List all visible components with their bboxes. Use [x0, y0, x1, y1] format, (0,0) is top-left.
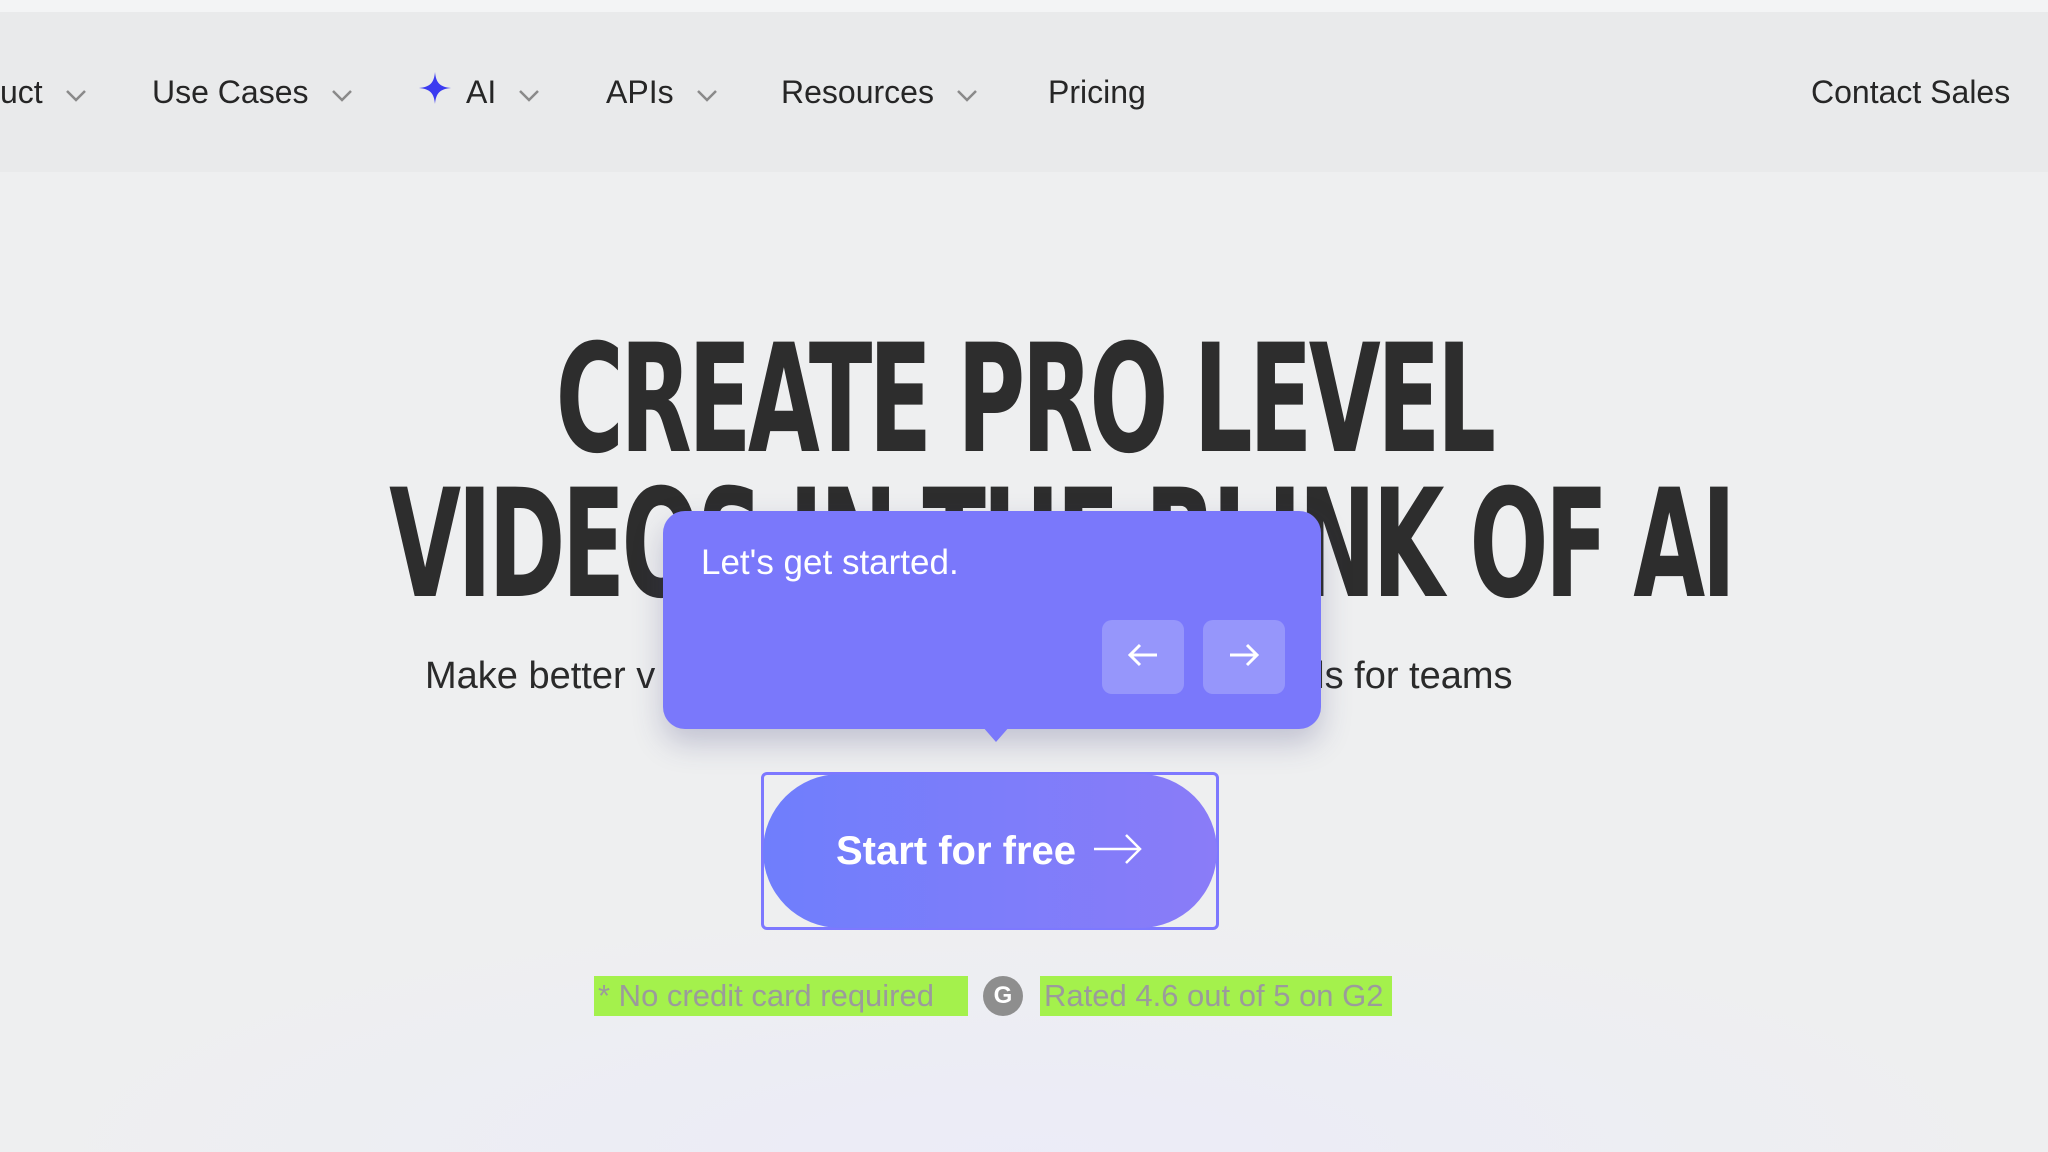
hero-subtitle-left: Make better v [425, 655, 656, 697]
cta-label: Start for free [835, 828, 1077, 873]
tooltip-text: Let's get started. [701, 543, 959, 582]
onboarding-tooltip: Let's get started. [663, 511, 1321, 729]
nav-item-label: AI [466, 73, 497, 110]
arrow-right-icon [1092, 831, 1144, 872]
nav-item-label: Resources [781, 73, 934, 110]
tooltip-prev-button[interactable] [1102, 620, 1184, 694]
tooltip-next-button[interactable] [1203, 620, 1285, 694]
nav-item-use-cases[interactable]: Use Cases [152, 12, 353, 172]
tooltip-caret [982, 726, 1010, 742]
contact-sales-label: Contact Sales [1811, 73, 2011, 110]
chevron-down-icon [956, 74, 978, 111]
nav-item-label: Use Cases [152, 73, 309, 110]
arrow-left-icon [1127, 643, 1159, 672]
background-glow [0, 900, 2048, 1152]
top-navigation: uct Use Cases AI APIs Resources Pricing [0, 12, 2048, 172]
nav-item-ai[interactable]: AI [418, 12, 540, 172]
contact-sales-link[interactable]: Contact Sales [1811, 12, 2010, 172]
arrow-right-icon [1228, 643, 1260, 672]
top-strip [0, 0, 2048, 12]
chevron-down-icon [331, 74, 353, 111]
chevron-down-icon [518, 74, 540, 111]
no-credit-card-note: * No credit card required [594, 976, 968, 1016]
chevron-down-icon [696, 74, 718, 111]
g2-rating-note: Rated 4.6 out of 5 on G2 [1040, 976, 1392, 1016]
g2-logo-icon: G [983, 976, 1023, 1016]
nav-item-resources[interactable]: Resources [781, 12, 978, 172]
hero-subtitle-right: ols for teams [1295, 655, 1513, 697]
nav-item-label: APIs [606, 73, 674, 110]
nav-item-label: uct [0, 73, 43, 110]
nav-item-product[interactable]: uct [0, 12, 87, 172]
nav-item-label: Pricing [1048, 73, 1146, 110]
nav-item-pricing[interactable]: Pricing [1048, 12, 1146, 172]
chevron-down-icon [65, 74, 87, 111]
hero-title-line-1: CREATE PRO LEVEL [555, 313, 1496, 487]
sparkle-icon [418, 71, 452, 113]
start-for-free-button[interactable]: Start for free [763, 774, 1217, 928]
nav-item-apis[interactable]: APIs [606, 12, 718, 172]
